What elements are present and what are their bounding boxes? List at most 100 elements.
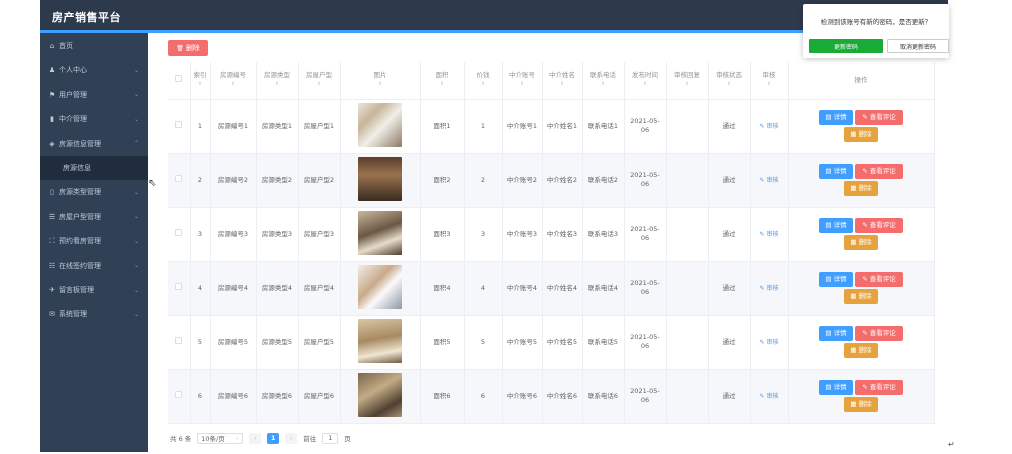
view-comments-button[interactable]: ✎ 查看评论 [855,110,903,125]
cell-phone: 联系电话3 [582,207,625,262]
sidebar-item[interactable]: ☷ 在线签约管理 ⌄ [40,254,148,278]
sort-icon[interactable]: ⇕ [667,80,708,89]
menu-icon: ◈ [49,139,55,148]
cell-price: 5 [464,315,503,370]
sidebar-item[interactable]: ☰ 房屋户型管理 ⌄ [40,205,148,229]
sidebar-item[interactable]: ⌂ 首页 [40,34,148,58]
batch-delete-button[interactable]: 🗑 删除 [168,40,208,56]
image-cell [340,369,421,424]
detail-button[interactable]: ▤ 详情 [819,110,853,125]
cell-phone: 联系电话4 [582,261,625,316]
sort-icon[interactable]: ⇕ [191,80,210,89]
column-header[interactable] [168,62,191,100]
cell-area: 面积1 [420,99,465,154]
sidebar-item[interactable]: ✉ 系统管理 ⌄ [40,302,148,326]
row-checkbox[interactable] [175,337,183,344]
sidebar-item[interactable]: 房源信息 [40,156,148,180]
column-header: 操作 [788,62,935,100]
prev-page-button[interactable]: ‹ [249,432,262,444]
sort-icon[interactable]: ⇕ [257,80,298,89]
column-header-label: 发布时间 [632,71,658,80]
sort-icon[interactable]: ⇕ [583,80,624,89]
cancel-update-button[interactable]: 取消更新密码 [887,39,949,53]
sidebar-item[interactable]: ✈ 留言板管理 ⌄ [40,278,148,302]
detail-button[interactable]: ▤ 详情 [819,164,853,179]
audit-link[interactable]: ✎ 审核 [760,285,779,292]
audit-cell: ✎ 审核 [750,99,789,154]
row-checkbox[interactable] [175,391,183,398]
column-header: 房源类型 ⇕ [256,62,299,100]
goto-page-input[interactable]: 1 [322,432,339,444]
sort-icon[interactable]: ⇕ [211,80,256,89]
cell-date: 2021-05-06 [624,99,667,154]
audit-link[interactable]: ✎ 审核 [760,393,779,400]
sidebar-item-label: 房源信息 [63,164,91,172]
update-password-button[interactable]: 更新密码 [809,39,883,53]
sort-icon[interactable]: ⇕ [709,80,750,89]
select-all-checkbox[interactable] [175,75,183,83]
sort-icon[interactable]: ⇕ [503,80,542,89]
cell-status: 通过 [708,261,751,316]
detail-button[interactable]: ▤ 详情 [819,218,853,233]
delete-row-button[interactable]: ▦ 删除 [844,235,878,250]
view-comments-button[interactable]: ✎ 查看评论 [855,164,903,179]
detail-button[interactable]: ▤ 详情 [819,380,853,395]
delete-row-button[interactable]: ▦ 删除 [844,127,878,142]
audit-link[interactable]: ✎ 审核 [760,123,779,130]
sidebar-item[interactable]: ▯ 房源类型管理 ⌄ [40,180,148,204]
sort-icon[interactable]: ⇕ [465,80,502,89]
sidebar-item[interactable]: ▮ 中介管理 ⌄ [40,107,148,131]
view-comments-button[interactable]: ✎ 查看评论 [855,326,903,341]
sort-icon[interactable]: ⇕ [625,80,666,89]
sidebar-item-label: 留言板管理 [59,286,94,294]
current-page-button[interactable]: 1 [267,432,280,444]
cell-reply [666,315,709,370]
sort-icon[interactable]: ⇕ [543,80,582,89]
sort-icon[interactable]: ⇕ [421,80,464,89]
detail-button[interactable]: ▤ 详情 [819,272,853,287]
view-comments-button[interactable]: ✎ 查看评论 [855,380,903,395]
sidebar-item[interactable]: ◈ 房源信息管理 ⌃ [40,132,148,156]
column-header-label: 审核回复 [674,71,700,80]
house-thumbnail [358,372,402,417]
delete-row-button[interactable]: ▦ 删除 [844,397,878,412]
audit-link[interactable]: ✎ 审核 [760,177,779,184]
delete-row-button[interactable]: ▦ 删除 [844,289,878,304]
delete-row-button[interactable]: ▦ 删除 [844,181,878,196]
edit-icon: ✎ [862,329,868,337]
comments-label: 查看评论 [869,113,896,121]
view-comments-button[interactable]: ✎ 查看评论 [855,218,903,233]
detail-button[interactable]: ▤ 详情 [819,326,853,341]
sort-icon[interactable]: ⇕ [341,80,420,89]
audit-link[interactable]: ✎ 审核 [760,339,779,346]
cell-type: 房源类型1 [256,99,299,154]
sort-icon[interactable]: ⇕ [299,80,340,89]
sidebar-item[interactable]: ⚑ 用户管理 ⌄ [40,83,148,107]
cell-index: 1 [190,99,211,154]
audit-link[interactable]: ✎ 审核 [760,231,779,238]
sort-icon[interactable]: ⇕ [751,80,788,89]
row-checkbox[interactable] [175,121,183,128]
cell-agent-name: 中介姓名1 [542,99,583,154]
sidebar-item[interactable]: ♟ 个人中心 ⌄ [40,58,148,82]
row-checkbox[interactable] [175,175,183,182]
row-checkbox[interactable] [175,229,183,236]
next-page-button[interactable]: › [285,432,298,444]
view-comments-button[interactable]: ✎ 查看评论 [855,272,903,287]
select-cell [168,369,191,424]
cell-phone: 联系电话1 [582,99,625,154]
column-header-label: 操作 [854,75,868,84]
trash-icon: ▦ [850,292,857,300]
edit-icon: ✎ [862,167,868,175]
delete-row-button[interactable]: ▦ 删除 [844,343,878,358]
table-header-row: 索引 ⇕ 房源编号 ⇕ 房源类型 ⇕ 房屋户型 ⇕ 图片 ⇕ 面积 ⇕ 价钱 ⇕ 中介账号 ⇕ 中介姓名 ⇕ 联系电… [168,62,935,100]
audit-cell: ✎ 审核 [750,153,789,208]
actions-cell: ▤ 详情 ✎ 查看评论 ▦ 删除 [788,261,935,316]
page-size-select[interactable]: 10条/页 ⌄ [197,432,244,444]
row-checkbox[interactable] [175,283,183,290]
brand-title: 房产销售平台 [52,11,121,24]
image-cell [340,261,421,316]
sidebar-item-label: 在线签约管理 [59,261,101,270]
sidebar-item-label: 房屋户型管理 [59,212,101,221]
sidebar-item[interactable]: ⛶ 预约看房管理 ⌄ [40,229,148,253]
